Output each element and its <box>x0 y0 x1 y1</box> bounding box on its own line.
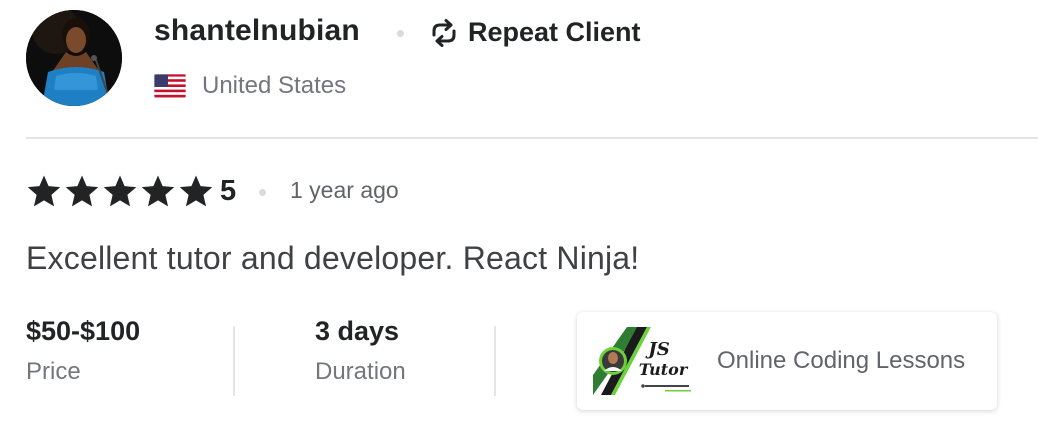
star-icon <box>179 175 213 207</box>
duration-value: 3 days <box>315 316 400 346</box>
price-label: Price <box>26 358 81 385</box>
gig-thumb-tutor-text: Tutor <box>639 360 689 379</box>
gig-thumbnail: JS Tutor <box>593 327 693 395</box>
rating-row: 5 <box>26 172 236 210</box>
rating-value: 5 <box>220 174 237 207</box>
country-name: United States <box>202 72 347 99</box>
repeat-icon <box>428 18 460 47</box>
reviewer-username[interactable]: shantelnubian <box>154 14 360 48</box>
repeat-client-badge: Repeat Client <box>428 17 641 48</box>
star-icon <box>141 175 175 207</box>
gig-card[interactable]: JS Tutor Online Coding Lessons <box>577 312 997 410</box>
gig-thumb-js-text: JS <box>645 339 670 360</box>
reviewer-avatar[interactable] <box>26 10 122 106</box>
header-divider <box>26 137 1038 139</box>
reviewer-country: United States <box>154 72 346 100</box>
separator-dot <box>397 30 404 37</box>
price-value: $50-$100 <box>26 316 141 346</box>
star-icon <box>65 175 99 207</box>
separator-dot <box>259 189 266 196</box>
us-flag-icon <box>154 74 186 98</box>
gig-title[interactable]: Online Coding Lessons <box>717 347 965 375</box>
repeat-client-label: Repeat Client <box>468 17 641 47</box>
review-text: Excellent tutor and developer. React Nin… <box>26 240 640 276</box>
star-icon <box>103 175 137 207</box>
stat-divider <box>494 326 496 396</box>
duration-label: Duration <box>315 358 406 385</box>
star-icon <box>27 175 61 207</box>
stat-divider <box>233 326 235 396</box>
review-time: 1 year ago <box>290 177 399 203</box>
star-rating <box>26 174 214 208</box>
